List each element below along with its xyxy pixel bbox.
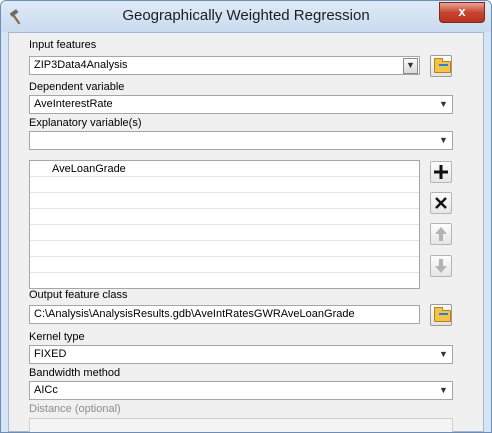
move-up-button[interactable] [430,223,452,245]
move-down-button[interactable] [430,255,452,277]
x-icon [435,197,447,209]
input-features-label: Input features [29,39,97,51]
folder-open-icon [434,307,451,322]
dialog-content: Input features ZIP3Data4Analysis ▼ Depen… [8,32,484,432]
bandwidth-method-value: AICc [34,384,58,396]
explanatory-variables-label: Explanatory variable(s) [29,117,142,129]
list-item[interactable] [30,177,419,193]
list-item[interactable] [30,209,419,225]
chevron-down-icon[interactable]: ▼ [437,384,450,397]
output-feature-class-field[interactable]: C:\Analysis\AnalysisResults.gdb\AveIntRa… [29,305,420,324]
bandwidth-method-label: Bandwidth method [29,367,121,379]
list-item[interactable] [30,273,419,289]
dependent-variable-value: AveInterestRate [34,98,113,110]
input-features-browse-button[interactable] [430,55,452,77]
arrow-up-icon [435,227,447,241]
output-feature-class-label: Output feature class [29,289,128,301]
explanatory-variables-list[interactable]: AveLoanGrade [29,160,420,289]
add-variable-button[interactable] [430,161,452,183]
output-feature-class-value: C:\Analysis\AnalysisResults.gdb\AveIntRa… [34,308,355,320]
list-item[interactable] [30,193,419,209]
arrow-down-icon [435,259,447,273]
kernel-type-value: FIXED [34,348,67,360]
distance-label: Distance (optional) [29,403,121,415]
list-item[interactable]: AveLoanGrade [30,161,419,177]
window-title: Geographically Weighted Regression [122,7,370,24]
distance-field [29,418,453,432]
kernel-type-label: Kernel type [29,331,85,343]
plus-icon [434,165,448,179]
chevron-down-icon[interactable]: ▼ [437,134,450,147]
dependent-variable-label: Dependent variable [29,81,125,93]
chevron-down-icon[interactable]: ▼ [437,348,450,361]
list-item[interactable] [30,225,419,241]
dependent-variable-combo[interactable]: AveInterestRate ▼ [29,95,453,114]
folder-open-icon [434,58,451,73]
remove-variable-button[interactable] [430,192,452,214]
title-bar[interactable]: Geographically Weighted Regression x [1,1,491,32]
close-button[interactable]: x [439,2,485,23]
chevron-down-icon[interactable]: ▼ [437,98,450,111]
explanatory-variables-combo[interactable]: ▼ [29,131,453,150]
list-item[interactable] [30,257,419,273]
bandwidth-method-combo[interactable]: AICc ▼ [29,381,453,400]
tool-dialog-window: Geographically Weighted Regression x Inp… [0,0,492,433]
list-item[interactable] [30,241,419,257]
chevron-down-icon[interactable]: ▼ [403,58,418,74]
kernel-type-combo[interactable]: FIXED ▼ [29,345,453,364]
input-features-combo[interactable]: ZIP3Data4Analysis ▼ [29,56,420,75]
output-feature-class-browse-button[interactable] [430,304,452,326]
input-features-value: ZIP3Data4Analysis [34,59,128,71]
